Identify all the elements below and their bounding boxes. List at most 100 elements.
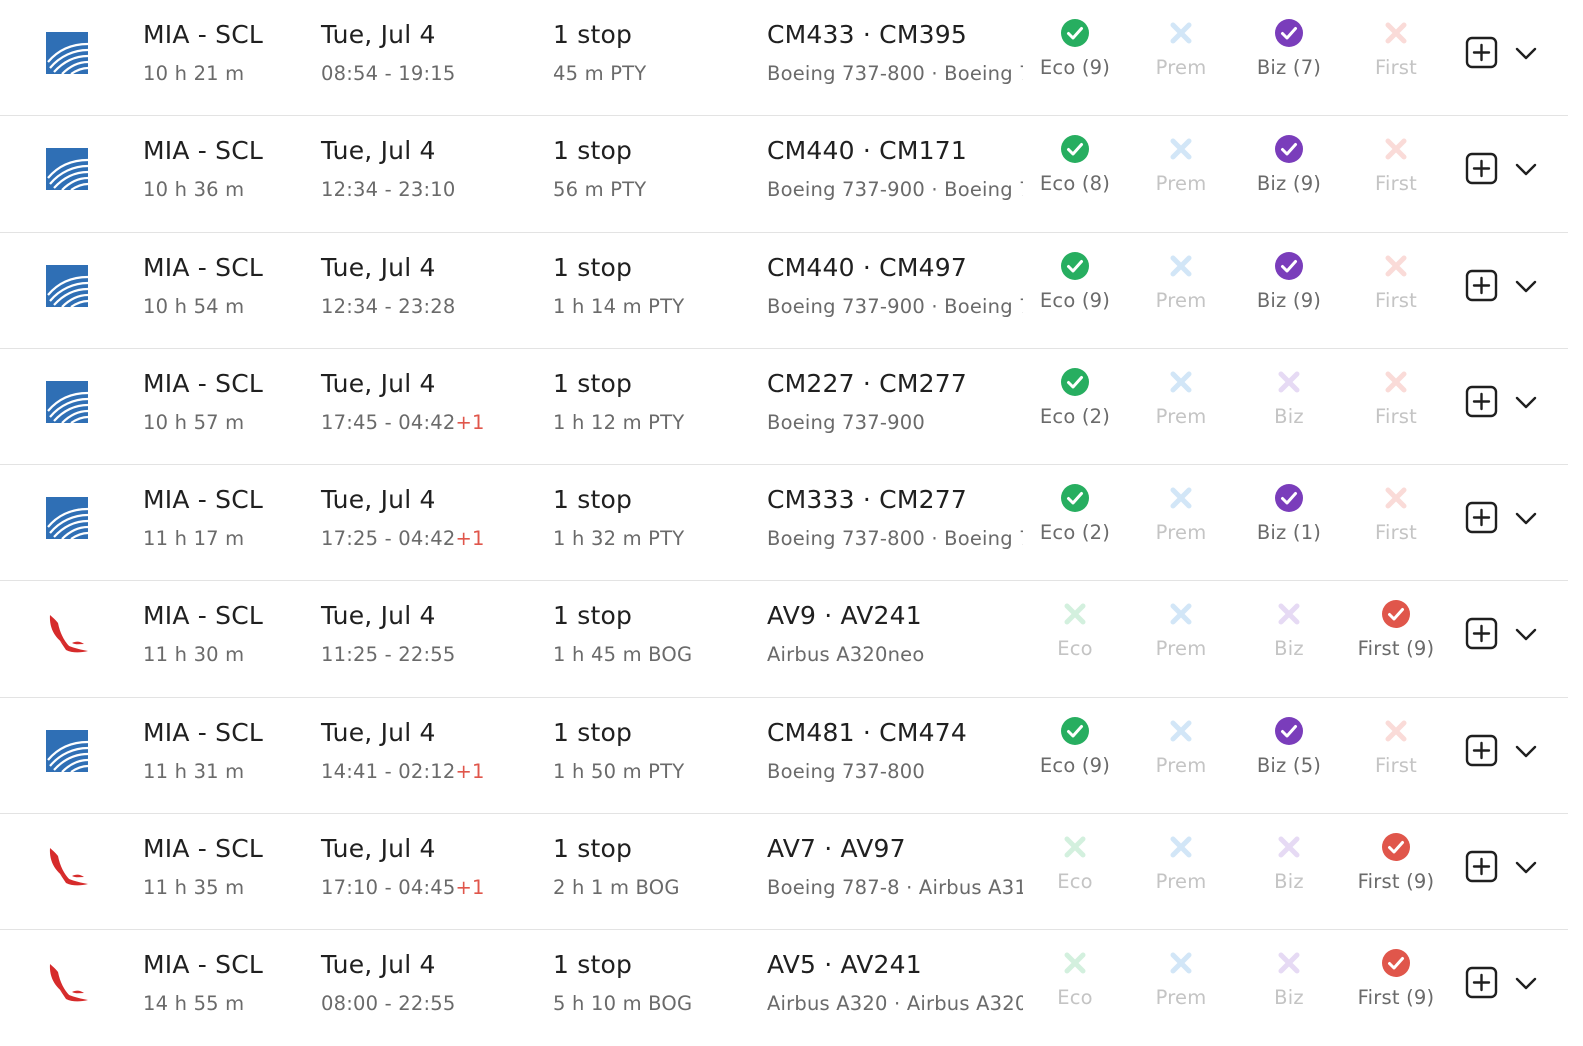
stop-count: 1 stop [553, 601, 633, 631]
flight-times: 08:54 - 19:15 [321, 62, 455, 85]
layover-info: 5 h 10 m BOG [553, 992, 693, 1016]
add-flight-button[interactable] [1465, 501, 1498, 534]
biz-available-check-icon [1275, 251, 1303, 280]
chevron-down-icon [1515, 745, 1537, 757]
expand-row-button[interactable] [1513, 739, 1539, 763]
biz-available-check-icon [1275, 19, 1303, 47]
add-flight-button[interactable] [1465, 269, 1498, 302]
flight-row[interactable]: MIA - SCL 10 h 57 m Tue, Jul 4 17:45 - 0… [0, 349, 1568, 466]
departure-date: Tue, Jul 4 [321, 717, 436, 747]
flight-row[interactable]: MIA - SCL 14 h 55 m Tue, Jul 4 08:00 - 2… [0, 930, 1568, 1046]
time-range: 12:34 - 23:28 [321, 294, 456, 318]
expand-row-button[interactable] [1513, 274, 1539, 298]
first-available-check-icon [1382, 949, 1410, 978]
expand-row-button[interactable] [1513, 971, 1539, 995]
prem-unavailable-x-icon [1170, 487, 1192, 509]
first-unavailable-x-icon [1385, 487, 1407, 509]
cabin-biz-label: Biz (9) [1256, 288, 1322, 312]
prem-unavailable-x-icon [1170, 138, 1192, 160]
departure-date: Tue, Jul 4 [321, 368, 436, 398]
avianca-logo-icon [49, 615, 88, 653]
cabin-prem: Prem [1126, 134, 1236, 195]
expand-row-button[interactable] [1513, 506, 1539, 530]
airline-logo [44, 844, 90, 890]
eco-available-check-icon [1061, 251, 1089, 280]
eco-unavailable-x-icon [1064, 603, 1086, 625]
cabin-first-label: First (9) [1357, 870, 1435, 894]
x-icon [1060, 832, 1090, 862]
flight-numbers: AV9 · AV241 [767, 601, 922, 631]
cabin-biz: Biz (5) [1234, 716, 1344, 777]
x-icon [1381, 18, 1411, 48]
next-day-indicator: +1 [455, 527, 485, 551]
time-range: 17:45 - 04:42 [321, 410, 456, 434]
cabin-eco-label: Eco (9) [1039, 288, 1111, 312]
flight-row[interactable]: MIA - SCL 11 h 17 m Tue, Jul 4 17:25 - 0… [0, 465, 1568, 582]
layover-info: 1 h 14 m PTY [553, 294, 685, 318]
flight-row[interactable]: MIA - SCL 10 h 21 m Tue, Jul 4 08:54 - 1… [0, 0, 1568, 117]
x-icon [1166, 367, 1196, 397]
cabin-eco: Eco [1020, 599, 1130, 660]
aircraft-types: Boeing 737-800 · Boeing 737-800 [767, 62, 1023, 85]
first-unavailable-x-icon [1385, 255, 1407, 277]
flight-row[interactable]: MIA - SCL 10 h 36 m Tue, Jul 4 12:34 - 2… [0, 116, 1568, 233]
route: MIA - SCL [143, 601, 264, 631]
check-circle-icon [1274, 18, 1304, 48]
expand-row-button[interactable] [1513, 390, 1539, 414]
add-flight-button[interactable] [1465, 36, 1498, 69]
cabin-first-label: First [1374, 172, 1418, 196]
check-circle-icon [1274, 716, 1304, 746]
eco-available-check-icon [1061, 716, 1089, 745]
x-icon [1166, 599, 1196, 629]
cabin-first: First (9) [1341, 832, 1451, 893]
airline-logo [44, 30, 90, 76]
first-unavailable-x-icon [1385, 22, 1407, 44]
route: MIA - SCL [143, 20, 264, 49]
x-icon [1060, 948, 1090, 978]
chevron-down-icon [1515, 629, 1537, 641]
airline-logo [44, 495, 90, 541]
next-day-indicator: +1 [455, 759, 485, 783]
time-range: 17:10 - 04:45 [321, 876, 456, 900]
cabin-first-label: First [1374, 521, 1418, 545]
x-icon [1274, 832, 1304, 862]
prem-unavailable-x-icon [1170, 603, 1192, 625]
cabin-eco: Eco (2) [1020, 367, 1130, 428]
flight-row[interactable]: MIA - SCL 11 h 30 m Tue, Jul 4 11:25 - 2… [0, 581, 1568, 698]
cabin-biz-label: Biz (1) [1256, 521, 1322, 545]
add-flight-button[interactable] [1465, 617, 1498, 650]
flight-times: 11:25 - 22:55 [321, 643, 455, 666]
flight-row[interactable]: MIA - SCL 11 h 35 m Tue, Jul 4 17:10 - 0… [0, 814, 1568, 931]
cabin-prem-label: Prem [1155, 637, 1207, 661]
chevron-down-icon [1515, 396, 1537, 409]
flight-numbers: CM227 · CM277 [767, 368, 967, 398]
cabin-biz-label: Biz [1274, 986, 1304, 1010]
duration: 10 h 21 m [143, 62, 245, 85]
flight-row[interactable]: MIA - SCL 10 h 54 m Tue, Jul 4 12:34 - 2… [0, 233, 1568, 349]
expand-row-button[interactable] [1513, 622, 1539, 646]
prem-unavailable-x-icon [1170, 836, 1192, 858]
cabin-eco-label: Eco [1057, 870, 1093, 894]
biz-unavailable-x-icon [1278, 371, 1300, 393]
expand-row-button[interactable] [1513, 855, 1539, 879]
check-circle-icon [1274, 483, 1304, 513]
x-icon [1274, 948, 1304, 978]
add-flight-button[interactable] [1465, 850, 1498, 883]
departure-date: Tue, Jul 4 [321, 834, 436, 864]
airline-logo [44, 146, 90, 192]
cabin-first: First [1341, 18, 1451, 79]
eco-unavailable-x-icon [1064, 952, 1086, 974]
add-flight-button[interactable] [1465, 152, 1498, 185]
expand-row-button[interactable] [1513, 157, 1539, 181]
flight-row[interactable]: MIA - SCL 11 h 31 m Tue, Jul 4 14:41 - 0… [0, 698, 1568, 815]
departure-date: Tue, Jul 4 [321, 601, 436, 631]
cabin-biz-label: Biz [1274, 404, 1304, 428]
add-flight-button[interactable] [1465, 966, 1498, 999]
expand-row-button[interactable] [1513, 41, 1539, 65]
add-flight-button[interactable] [1465, 734, 1498, 767]
add-flight-button[interactable] [1465, 385, 1498, 418]
cabin-eco-label: Eco (2) [1039, 404, 1111, 428]
cabin-prem-label: Prem [1155, 870, 1207, 894]
duration: 11 h 17 m [143, 527, 245, 551]
airline-logo [44, 379, 90, 425]
